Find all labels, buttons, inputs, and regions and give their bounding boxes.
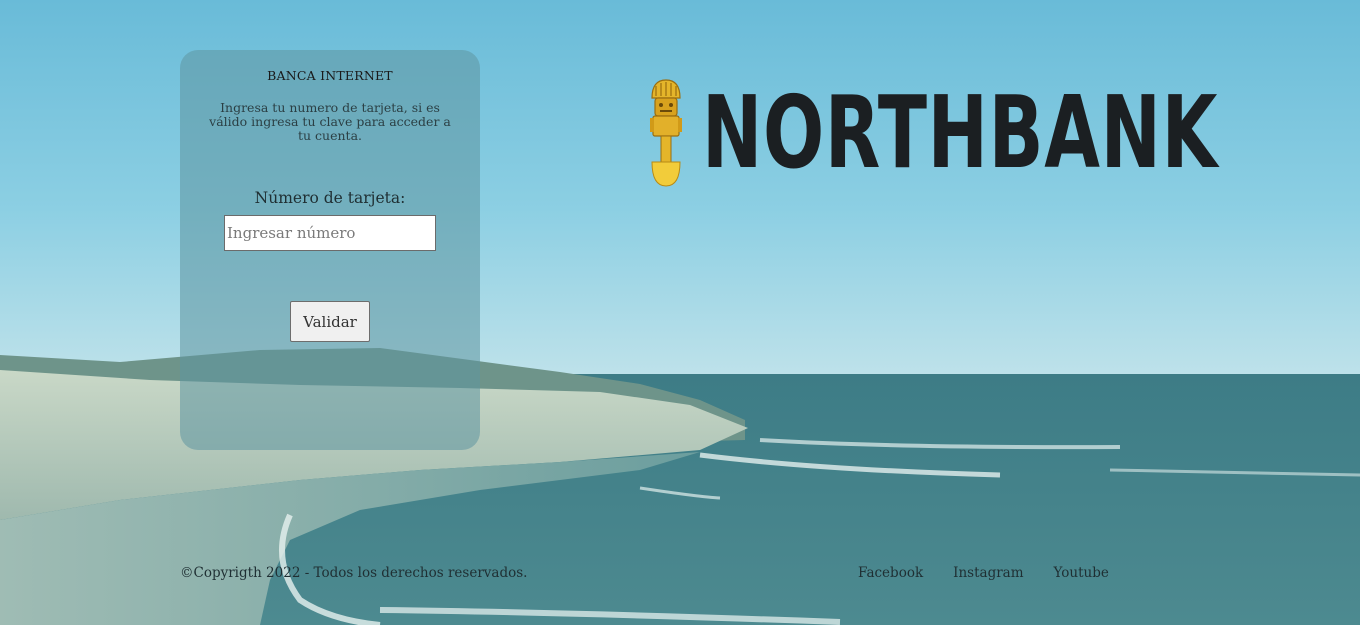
footer-copyright: ©Copyrigth 2022 - Todos los derechos res… [180, 565, 528, 581]
brand: NORTHBANK [648, 78, 1360, 188]
card-number-input[interactable] [224, 215, 436, 251]
validate-button[interactable]: Validar [290, 301, 370, 342]
youtube-link[interactable]: Youtube [1054, 565, 1109, 581]
facebook-link[interactable]: Facebook [858, 565, 923, 581]
card-title: BANCA INTERNET [267, 68, 393, 83]
card-description: Ingresa tu numero de tarjeta, si es váli… [209, 100, 451, 143]
tumi-icon [650, 79, 682, 187]
brand-name: NORTHBANK [702, 74, 1219, 191]
footer-links: Facebook Instagram Youtube [858, 565, 1109, 581]
instagram-link[interactable]: Instagram [953, 565, 1023, 581]
login-card: BANCA INTERNET Ingresa tu numero de tarj… [180, 50, 480, 450]
card-number-label: Número de tarjeta: [254, 189, 406, 207]
